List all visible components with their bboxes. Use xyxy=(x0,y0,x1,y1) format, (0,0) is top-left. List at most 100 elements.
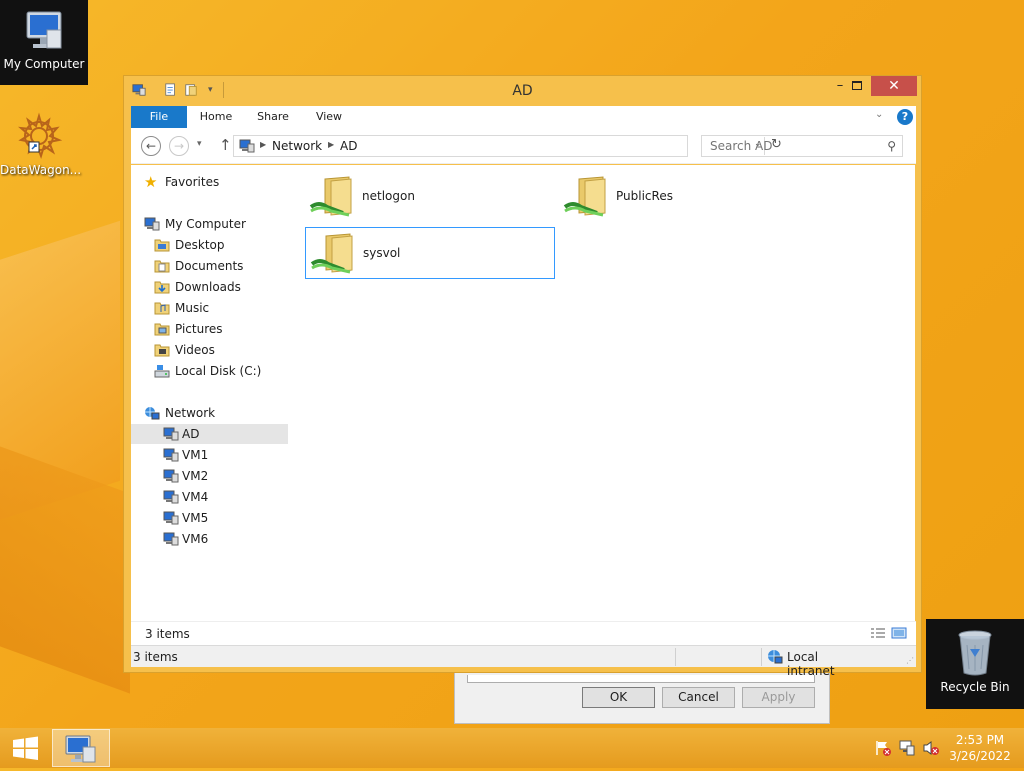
drive-icon xyxy=(154,365,170,378)
desktop-icon-datawagon[interactable]: DataWagon... xyxy=(0,112,82,177)
computer-icon xyxy=(65,735,96,763)
forward-button[interactable]: → xyxy=(169,136,189,156)
network-computer-icon xyxy=(163,532,179,546)
nav-item-documents[interactable]: Documents xyxy=(154,256,284,276)
file-list: netlogon PublicRes sysvol xyxy=(289,165,915,621)
back-button[interactable]: ← xyxy=(141,136,161,156)
nav-item-vm4[interactable]: VM4 xyxy=(163,487,283,507)
navigation-bar: ← → ▾ ↑ ▶ Network ▶ AD ⌄ ↻ ⚲ xyxy=(131,128,916,164)
music-folder-icon xyxy=(154,302,170,315)
tab-view[interactable]: View xyxy=(307,106,351,128)
ribbon: File Home Share View ⌄ ? xyxy=(131,106,916,128)
nav-item-my-computer[interactable]: My Computer xyxy=(144,214,284,234)
nav-item-label: Network xyxy=(165,406,216,420)
nav-item-network[interactable]: Network xyxy=(144,403,284,423)
breadcrumb-ad[interactable]: AD xyxy=(340,139,357,153)
desktop-folder-icon xyxy=(154,239,170,252)
list-item-netlogon[interactable]: netlogon xyxy=(305,171,555,223)
network-computer-icon xyxy=(163,427,179,441)
status-item-count: 3 items xyxy=(133,650,178,664)
taskbar-explorer-button[interactable] xyxy=(52,729,110,767)
action-center-flag-icon[interactable] xyxy=(874,740,892,756)
address-bar[interactable]: ▶ Network ▶ AD ⌄ ↻ xyxy=(233,135,782,157)
search-box[interactable]: ⚲ xyxy=(701,135,903,157)
nav-item-label: Music xyxy=(175,301,210,315)
network-status-icon[interactable] xyxy=(898,740,916,756)
list-item-publicres[interactable]: PublicRes xyxy=(559,171,809,223)
nav-item-label: VM5 xyxy=(182,511,209,525)
navigation-pane: ★ Favorites My Computer Desktop Document… xyxy=(131,165,289,621)
network-computer-icon xyxy=(239,139,255,153)
nav-item-pictures[interactable]: Pictures xyxy=(154,319,284,339)
nav-item-vm6[interactable]: VM6 xyxy=(163,529,283,549)
nav-item-downloads[interactable]: Downloads xyxy=(154,277,284,297)
maximize-button[interactable] xyxy=(842,76,872,96)
recent-locations-icon[interactable]: ▾ xyxy=(197,139,202,149)
star-icon: ★ xyxy=(144,173,158,191)
nav-item-desktop[interactable]: Desktop xyxy=(154,235,284,255)
apply-button[interactable]: Apply xyxy=(742,687,815,708)
globe-icon xyxy=(768,650,783,664)
close-button[interactable]: ✕ xyxy=(871,76,917,96)
datawagon-icon xyxy=(17,112,63,160)
nav-item-music[interactable]: Music xyxy=(154,298,284,318)
nav-item-label: AD xyxy=(182,427,200,441)
nav-item-vm2[interactable]: VM2 xyxy=(163,466,283,486)
nav-item-label: Pictures xyxy=(175,322,223,336)
start-button[interactable] xyxy=(0,728,50,768)
nav-item-favorites[interactable]: ★ Favorites xyxy=(144,172,284,192)
search-input[interactable] xyxy=(702,136,877,156)
nav-item-label: Documents xyxy=(175,259,244,273)
nav-item-vm1[interactable]: VM1 xyxy=(163,445,283,465)
desktop-icon-label: DataWagon... xyxy=(0,163,82,177)
computer-icon xyxy=(144,217,160,231)
computer-icon xyxy=(26,11,62,49)
desktop-icon-label: Recycle Bin xyxy=(940,680,1010,694)
volume-muted-icon[interactable] xyxy=(922,740,940,756)
tab-file[interactable]: File xyxy=(131,106,187,128)
search-icon[interactable]: ⚲ xyxy=(887,139,896,153)
desktop-icon-label: My Computer xyxy=(3,57,85,71)
window-title: AD xyxy=(512,83,533,99)
network-computer-icon xyxy=(163,511,179,525)
status-separator xyxy=(675,648,676,666)
title-bar[interactable]: ▾ AD – ☐ ✕ xyxy=(124,76,921,106)
tab-share[interactable]: Share xyxy=(249,106,297,128)
nav-item-label: VM4 xyxy=(182,490,209,504)
tab-home[interactable]: Home xyxy=(191,106,241,128)
desktop-icon-my-computer[interactable]: My Computer xyxy=(0,0,88,85)
clock-date: 3/26/2022 xyxy=(949,749,1011,763)
item-name: netlogon xyxy=(362,189,415,203)
nav-item-label: Videos xyxy=(175,343,215,357)
details-view-icon[interactable] xyxy=(870,627,886,639)
windows-logo-icon xyxy=(13,736,38,760)
network-computer-icon xyxy=(163,490,179,504)
downloads-folder-icon xyxy=(154,281,170,294)
status-separator xyxy=(761,648,762,666)
clock-time: 2:53 PM xyxy=(955,733,1005,747)
breadcrumb-arrow-icon[interactable]: ▶ xyxy=(328,140,334,149)
item-name: sysvol xyxy=(363,246,401,260)
dialog-field xyxy=(467,675,815,683)
up-button[interactable]: ↑ xyxy=(219,136,232,154)
shared-folder-icon xyxy=(310,233,353,274)
nav-item-videos[interactable]: Videos xyxy=(154,340,284,360)
expand-ribbon-icon[interactable]: ⌄ xyxy=(875,109,883,120)
help-icon[interactable]: ? xyxy=(897,109,913,125)
nav-item-local-disk[interactable]: Local Disk (C:) xyxy=(154,361,284,381)
explorer-window: ▾ AD – ☐ ✕ File Home Share View ⌄ ? ← → … xyxy=(123,75,922,678)
ok-button[interactable]: OK xyxy=(582,687,655,708)
background-dialog: OK Cancel Apply xyxy=(454,672,830,724)
desktop-icon-recycle-bin[interactable]: Recycle Bin xyxy=(926,619,1024,709)
nav-item-vm5[interactable]: VM5 xyxy=(163,508,283,528)
list-item-sysvol[interactable]: sysvol xyxy=(305,227,555,279)
nav-item-ad[interactable]: AD xyxy=(131,424,288,444)
cancel-button[interactable]: Cancel xyxy=(662,687,735,708)
resize-grip-icon[interactable]: ⋰ xyxy=(906,656,914,665)
large-icons-view-icon[interactable] xyxy=(891,627,907,639)
clock[interactable]: 2:53 PM 3/26/2022 xyxy=(946,732,1014,764)
breadcrumb-arrow-icon[interactable]: ▶ xyxy=(260,140,266,149)
nav-item-label: VM6 xyxy=(182,532,209,546)
breadcrumb-network[interactable]: Network xyxy=(272,139,322,153)
videos-folder-icon xyxy=(154,344,170,357)
